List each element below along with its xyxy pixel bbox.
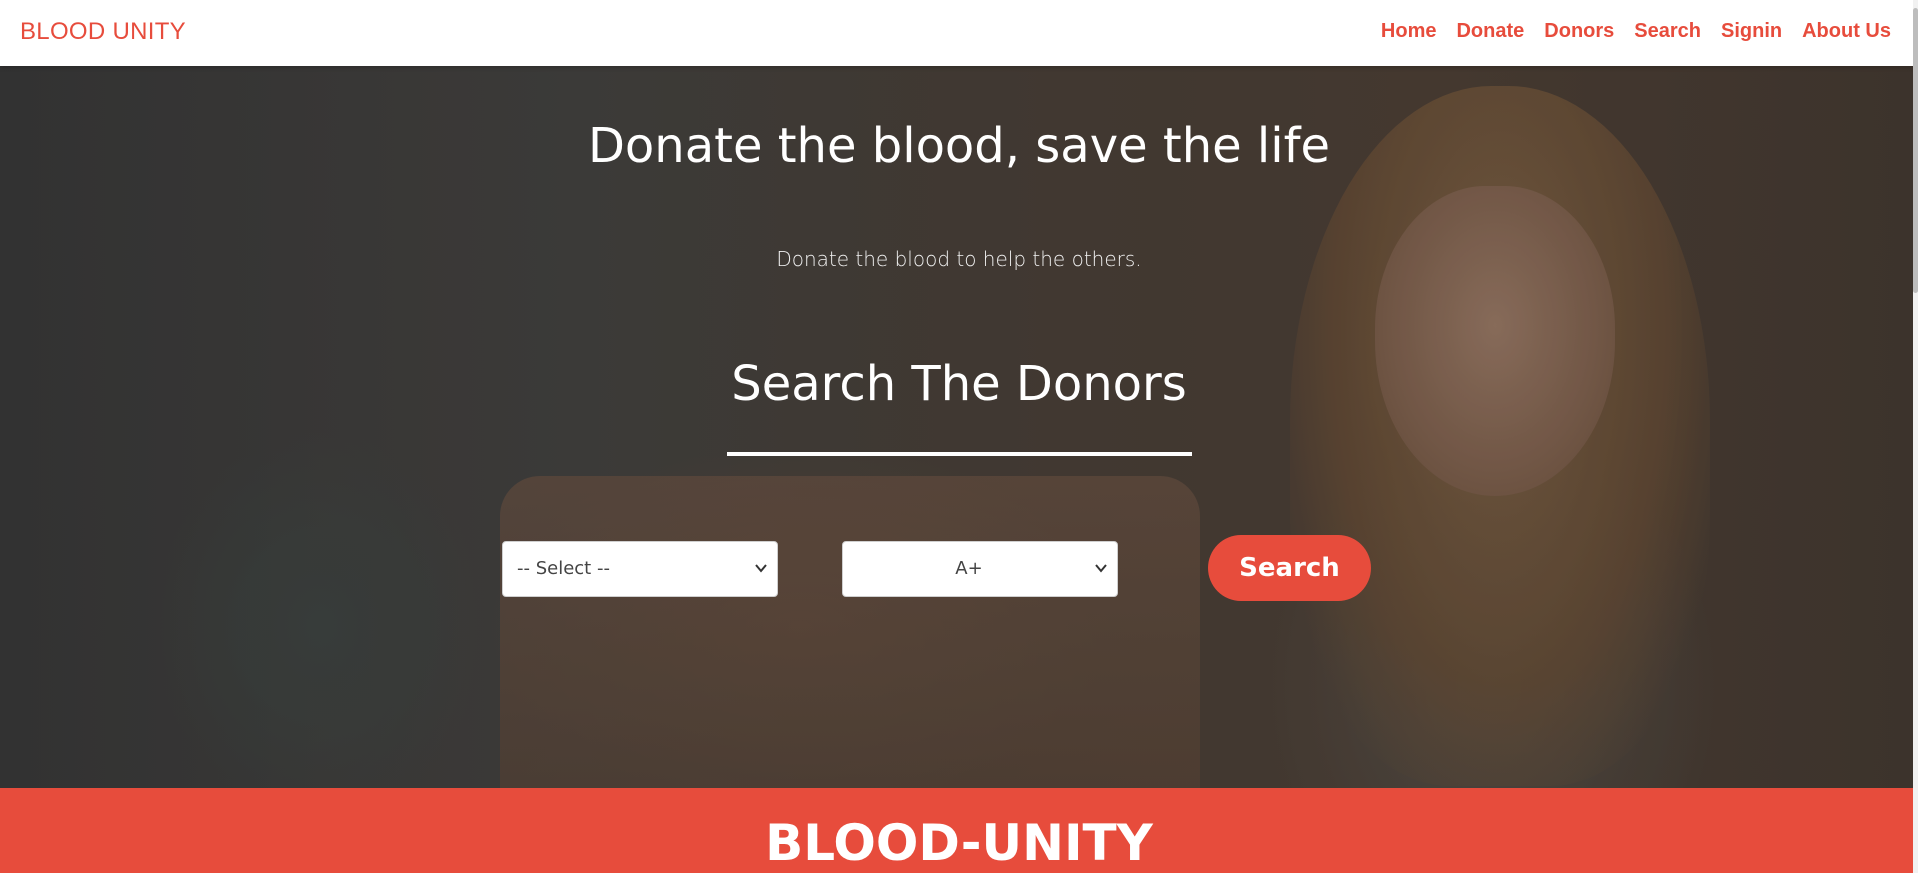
chevron-down-icon <box>1095 564 1107 573</box>
nav-link-search[interactable]: Search <box>1634 20 1701 43</box>
footer-brand-title: BLOOD-UNITY <box>765 814 1153 872</box>
hero-subtitle: Donate the blood to help the others. <box>776 247 1142 271</box>
page-scrollbar-thumb[interactable] <box>1913 8 1918 293</box>
blood-group-select-value: A+ <box>955 558 983 579</box>
city-select-value: -- Select -- <box>517 558 610 579</box>
nav-link-signin[interactable]: Signin <box>1721 20 1782 43</box>
nav-link-donors[interactable]: Donors <box>1544 20 1614 43</box>
city-select[interactable]: -- Select -- <box>502 541 778 597</box>
brand-logo[interactable]: BLOOD UNITY <box>20 18 186 46</box>
hero-section: Donate the blood, save the life Donate t… <box>0 66 1918 788</box>
hero-title: Donate the blood, save the life <box>587 118 1331 174</box>
nav-link-about-us[interactable]: About Us <box>1802 20 1891 43</box>
chevron-down-icon <box>755 564 767 573</box>
search-title-underline <box>727 452 1192 456</box>
nav-link-home[interactable]: Home <box>1381 20 1437 43</box>
blood-group-select[interactable]: A+ <box>842 541 1118 597</box>
search-button[interactable]: Search <box>1208 535 1371 601</box>
nav-menu: Home Donate Donors Search Signin About U… <box>1361 20 1891 43</box>
search-section-title: Search The Donors <box>731 356 1187 412</box>
hero-overlay <box>0 66 1918 788</box>
top-navbar: BLOOD UNITY Home Donate Donors Search Si… <box>0 0 1918 66</box>
nav-link-donate[interactable]: Donate <box>1456 20 1524 43</box>
footer-banner: BLOOD-UNITY <box>0 788 1918 873</box>
